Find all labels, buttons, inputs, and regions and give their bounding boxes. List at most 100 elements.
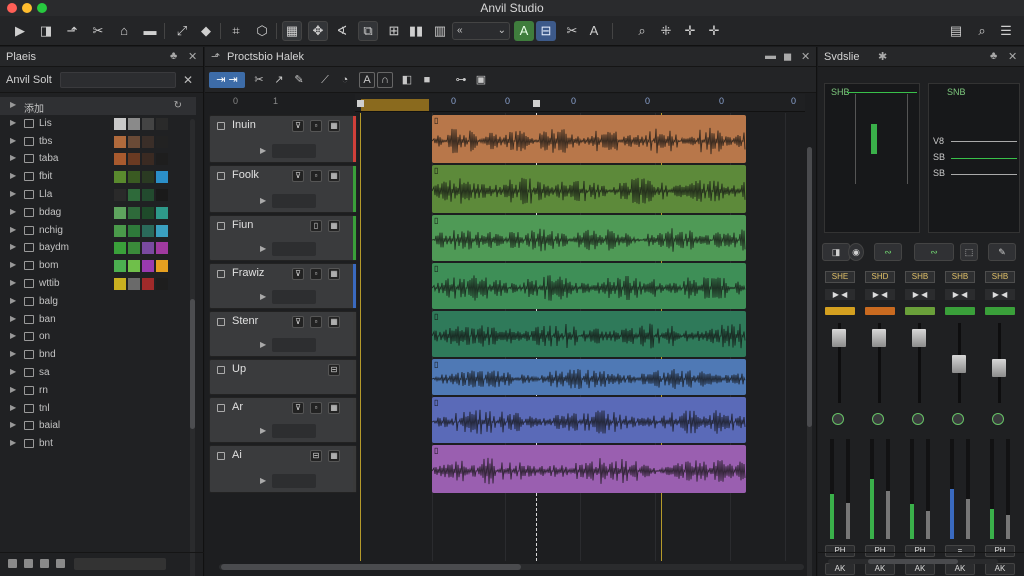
erase-icon[interactable]: ⌂ xyxy=(114,21,134,41)
color-swatch[interactable] xyxy=(128,135,140,148)
track-button-icon[interactable]: ⊟ xyxy=(328,364,340,376)
playhead-handle[interactable] xyxy=(533,100,540,107)
audio-clip[interactable]: ▯ xyxy=(432,263,746,309)
image-tool-icon[interactable]: ▣ xyxy=(473,72,489,88)
browser-item[interactable]: ▶ bdag xyxy=(0,204,196,222)
loop-start-handle[interactable] xyxy=(357,100,364,107)
split-icon[interactable]: ✂ xyxy=(88,21,108,41)
pan-knob[interactable] xyxy=(872,413,884,425)
color-swatch[interactable] xyxy=(142,117,154,130)
browser-item[interactable]: ▶ 添加 ↻ xyxy=(0,97,196,115)
audio-clip[interactable]: ▯ xyxy=(432,445,746,493)
shield-icon[interactable]: ⌗ xyxy=(226,21,246,41)
arrangement-hscrollbar[interactable] xyxy=(219,564,804,570)
play-icon[interactable]: ▶ xyxy=(260,242,270,256)
track-header[interactable]: Fiun ▯ ▦ ▶ xyxy=(209,215,357,261)
track-header[interactable]: Frawiz ⊽ ▫ ▦ ▶ xyxy=(209,263,357,309)
maximize-panel-icon[interactable]: ◼ xyxy=(783,50,792,63)
loop-region[interactable] xyxy=(361,99,429,111)
audio-clip[interactable]: ▯ xyxy=(432,165,746,213)
channel-color-tag[interactable] xyxy=(985,307,1015,315)
footer-button-3[interactable] xyxy=(40,559,49,568)
lock-icon[interactable]: ♣ xyxy=(170,50,177,62)
edit-send-button[interactable]: ✎ xyxy=(988,243,1016,261)
track-header[interactable]: Up ⊟ xyxy=(209,359,357,395)
clear-search-icon[interactable]: ✕ xyxy=(183,73,193,87)
channel-fader[interactable] xyxy=(912,328,926,347)
disclosure-triangle-icon[interactable]: ▶ xyxy=(10,296,16,305)
track-volume-field[interactable] xyxy=(272,242,316,256)
channel-name[interactable]: SHB xyxy=(945,271,975,283)
pause-icon[interactable]: ⧉ xyxy=(358,21,378,41)
color-swatch[interactable] xyxy=(156,135,168,148)
color-swatch[interactable] xyxy=(142,277,154,290)
insert-button[interactable]: ⬚ xyxy=(960,243,978,261)
expand-icon[interactable]: ⁜ xyxy=(656,21,676,41)
color-swatch[interactable] xyxy=(128,242,140,255)
channel-name[interactable]: SHB xyxy=(985,271,1015,283)
browser-item[interactable]: ▶ balg xyxy=(0,293,196,311)
color-swatch[interactable] xyxy=(114,224,126,237)
color-swatch[interactable] xyxy=(128,117,140,130)
color-swatch[interactable] xyxy=(128,171,140,184)
color-swatch[interactable] xyxy=(114,117,126,130)
browser-item[interactable]: ▶ sa xyxy=(0,364,196,382)
track-checkbox[interactable] xyxy=(217,452,225,460)
channel-fader[interactable] xyxy=(992,359,1006,377)
grid-icon[interactable]: ⬡ xyxy=(252,21,272,41)
play-icon[interactable]: ▶ xyxy=(260,290,270,304)
color-swatch[interactable] xyxy=(128,277,140,290)
play-icon[interactable]: ▶ xyxy=(260,194,270,208)
track-button-icon[interactable]: ▫ xyxy=(310,268,322,280)
drag-handle-icon[interactable]: ⬏ xyxy=(211,50,220,63)
fade-tool-icon[interactable]: ⟋ xyxy=(317,72,333,88)
pan-knob[interactable] xyxy=(832,413,844,425)
close-panel-icon[interactable]: ✕ xyxy=(188,50,197,63)
footer-button-2[interactable] xyxy=(24,559,33,568)
disclosure-triangle-icon[interactable]: ▶ xyxy=(10,136,16,145)
key-icon[interactable]: ✂ xyxy=(562,21,582,41)
bars-icon[interactable]: ⊞ xyxy=(384,21,404,41)
menu-icon[interactable]: ☰ xyxy=(996,21,1016,41)
channel-fader[interactable] xyxy=(952,355,966,373)
track-header[interactable]: Inuin ⊽ ▫ ▦ ▶ xyxy=(209,115,357,163)
color-swatch[interactable] xyxy=(142,171,154,184)
disclosure-triangle-icon[interactable]: ▶ xyxy=(10,207,16,216)
track-button-icon[interactable]: ▯ xyxy=(310,220,322,232)
zoom-icon[interactable]: ⤢ xyxy=(172,21,192,41)
arrow-tool-icon[interactable]: ⇥ ⇥ xyxy=(209,72,245,88)
auto-read-icon[interactable]: ⊟ xyxy=(536,21,556,41)
track-volume-field[interactable] xyxy=(272,474,316,488)
color-swatch[interactable] xyxy=(156,171,168,184)
browser-item[interactable]: ▶ taba xyxy=(0,150,196,168)
disclosure-triangle-icon[interactable]: ▶ xyxy=(10,385,16,394)
bend-tool-icon[interactable]: ↗ xyxy=(271,72,287,88)
search-input[interactable] xyxy=(60,72,176,88)
edit-icon[interactable]: A xyxy=(584,21,604,41)
track-checkbox[interactable] xyxy=(217,318,225,326)
play-icon[interactable]: ▶ xyxy=(260,144,270,158)
browser-item[interactable]: ▶ Lla xyxy=(0,186,196,204)
range-icon[interactable]: ⬏ xyxy=(62,21,82,41)
search-icon[interactable]: ⌕ xyxy=(632,21,652,41)
arrangement-vscrollbar[interactable] xyxy=(807,147,812,576)
ruler-tool-icon[interactable]: ⊶ xyxy=(453,72,469,88)
color-swatch[interactable] xyxy=(114,242,126,255)
shrink-icon[interactable]: ✛ xyxy=(680,21,700,41)
track-button-icon[interactable]: ⊽ xyxy=(292,316,304,328)
track-volume-field[interactable] xyxy=(272,338,316,352)
browser-item[interactable]: ▶ baial xyxy=(0,417,196,435)
color-swatch[interactable] xyxy=(156,242,168,255)
disclosure-triangle-icon[interactable]: ▶ xyxy=(10,349,16,358)
mic-tool-icon[interactable]: ◔ xyxy=(337,72,353,88)
disclosure-triangle-icon[interactable]: ▶ xyxy=(10,260,16,269)
disclosure-triangle-icon[interactable]: ▶ xyxy=(10,367,16,376)
browser-item[interactable]: ▶ tbs xyxy=(0,133,196,151)
lock-icon[interactable]: ♣ xyxy=(990,50,997,62)
browser-item[interactable]: ▶ on xyxy=(0,328,196,346)
channel-color-tag[interactable] xyxy=(905,307,935,315)
close-panel-icon[interactable]: ✕ xyxy=(1008,50,1017,63)
color-swatch[interactable] xyxy=(156,260,168,273)
track-checkbox[interactable] xyxy=(217,172,225,180)
track-button-icon[interactable]: ⊽ xyxy=(292,268,304,280)
